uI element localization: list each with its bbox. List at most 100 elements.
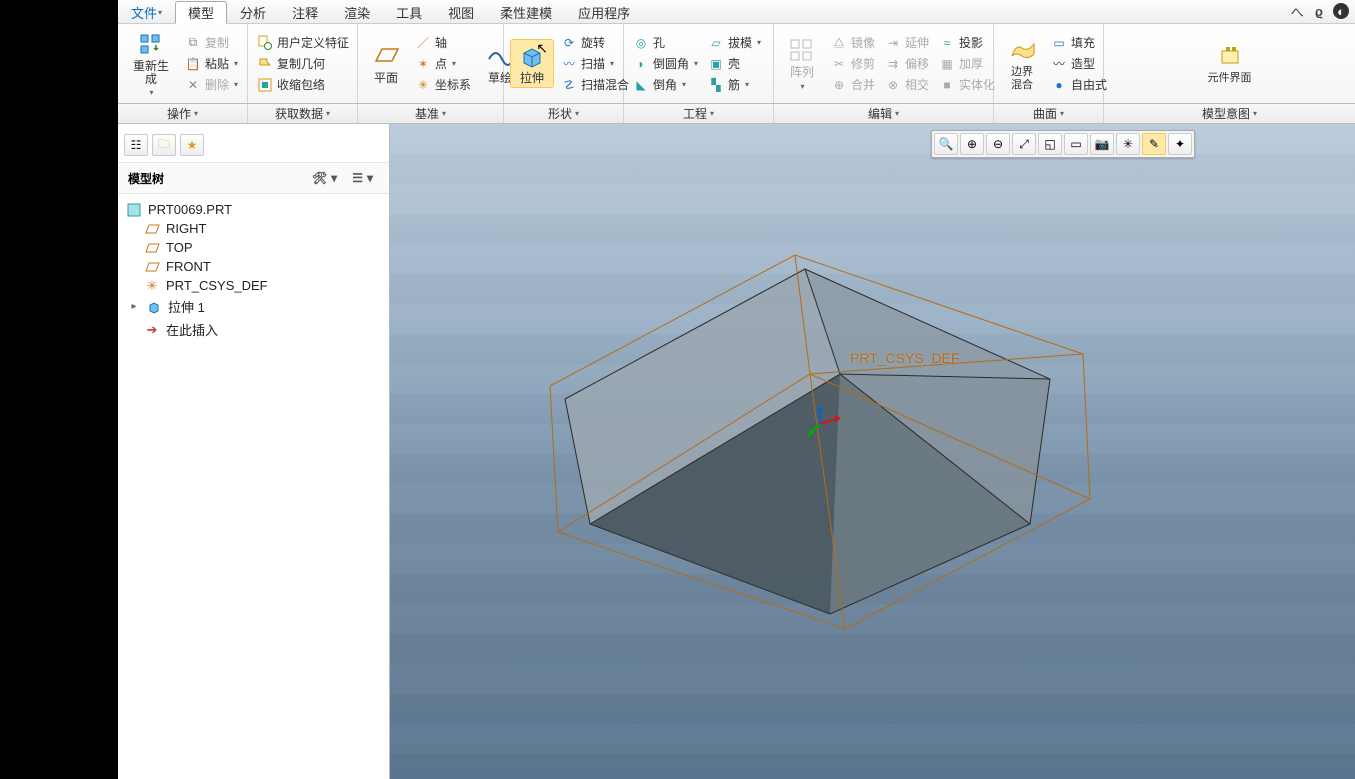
menu-tab-tools[interactable]: 工具	[383, 0, 435, 23]
help-icon[interactable]: ϱ	[1311, 3, 1327, 19]
thicken-button[interactable]: ▦加厚	[936, 54, 998, 73]
csys-display-button[interactable]: ✳	[1116, 133, 1140, 155]
swept-blend-icon: ☡	[561, 77, 577, 93]
extend-button[interactable]: ⇥延伸	[882, 33, 932, 52]
solidify-icon: ■	[939, 77, 955, 93]
component-interface-icon	[1216, 42, 1244, 70]
spin-center-button[interactable]: ✦	[1168, 133, 1192, 155]
boundary-blend-button[interactable]: 边界混合	[1000, 34, 1044, 92]
mirror-button[interactable]: ⧋镜像	[828, 33, 878, 52]
menu-tab-render[interactable]: 渲染	[331, 0, 383, 23]
grouplabel-getdata[interactable]: 获取数据▾	[248, 104, 358, 123]
freeform-button[interactable]: ●自由式	[1048, 75, 1110, 94]
chevron-down-icon: ▾	[452, 59, 456, 68]
style-button[interactable]: 〰造型	[1048, 54, 1110, 73]
delete-button[interactable]: ✕删除▾	[182, 75, 241, 94]
zoom-out-button[interactable]: ⊖	[986, 133, 1010, 155]
sweep-button[interactable]: 〰扫描▾	[558, 54, 632, 73]
plane-icon	[144, 260, 160, 274]
grouplabel-datum[interactable]: 基准▾	[358, 104, 504, 123]
tree-node-front[interactable]: FRONT	[122, 257, 385, 276]
shell-button[interactable]: ▣壳	[705, 54, 764, 73]
csys-button[interactable]: ✳坐标系	[412, 75, 474, 94]
display-style-button[interactable]: ◱	[1038, 133, 1062, 155]
grouplabel-edit[interactable]: 编辑▾	[774, 104, 994, 123]
perspective-button[interactable]: 📷	[1090, 133, 1114, 155]
tree-tab-model[interactable]: ☷	[124, 134, 148, 156]
pattern-button[interactable]: 阵列 ▾	[780, 34, 824, 92]
round-button[interactable]: ◗倒圆角▾	[630, 54, 701, 73]
extrude-button[interactable]: ↖ 拉伸	[510, 39, 554, 88]
sweep-icon: 〰	[561, 56, 577, 72]
menu-tab-view[interactable]: 视图	[435, 0, 487, 23]
grouplabel-operate[interactable]: 操作▾	[118, 104, 248, 123]
tree-settings-icon[interactable]: 🛠▾	[309, 169, 343, 187]
menu-tab-apps[interactable]: 应用程序	[565, 0, 643, 23]
tree-tab-favorites[interactable]: ★	[180, 134, 204, 156]
offset-button[interactable]: ⇉偏移	[882, 54, 932, 73]
zoom-in-button[interactable]: ⊕	[960, 133, 984, 155]
tree-root[interactable]: PRT0069.PRT	[122, 200, 385, 219]
revolve-button[interactable]: ⟳旋转	[558, 33, 632, 52]
copy-geom-button[interactable]: 复制几何	[254, 54, 351, 73]
paste-button[interactable]: 📋粘贴▾	[182, 54, 241, 73]
shrinkwrap-button[interactable]: 收缩包络	[254, 75, 351, 94]
grouplabel-intent[interactable]: 模型意图▾	[1104, 104, 1355, 123]
rib-icon: ▚	[708, 77, 724, 93]
pattern-icon	[788, 36, 816, 64]
point-button[interactable]: ✶点▾	[412, 54, 474, 73]
draft-button[interactable]: ▱拔模▾	[705, 33, 764, 52]
plane-button[interactable]: 平面	[364, 40, 408, 87]
collapse-ribbon-icon[interactable]: へ	[1289, 3, 1305, 19]
menu-file[interactable]: 文件▾	[118, 0, 175, 23]
solidify-button[interactable]: ■实体化	[936, 75, 998, 94]
merge-button[interactable]: ⊕合并	[828, 75, 878, 94]
fill-button[interactable]: ▭填充	[1048, 33, 1110, 52]
annotation-display-button[interactable]: ✎	[1142, 133, 1166, 155]
project-button[interactable]: ≈投影	[936, 33, 998, 52]
tree-node-insert-here[interactable]: ➔ 在此插入	[122, 318, 385, 341]
menu-tab-annotate[interactable]: 注释	[279, 0, 331, 23]
component-interface-button[interactable]: 元件界面	[1110, 40, 1349, 86]
cube-icon: ◱	[1044, 137, 1055, 151]
trim-button[interactable]: ✂修剪	[828, 54, 878, 73]
globe-icon[interactable]: ◐	[1333, 3, 1349, 19]
copy-icon: ⧉	[185, 35, 201, 51]
regenerate-icon	[137, 30, 165, 58]
tree-display-icon[interactable]: ☰▾	[349, 169, 379, 187]
project-icon: ≈	[939, 35, 955, 51]
tree-node-right[interactable]: RIGHT	[122, 219, 385, 238]
swept-blend-button[interactable]: ☡扫描混合	[558, 75, 632, 94]
axis-button[interactable]: ／轴	[412, 33, 474, 52]
ribbon: 重新生成 ▾ ⧉复制 📋粘贴▾ ✕删除▾ 用户定义特征 复制几何 收缩包络	[118, 24, 1355, 104]
regenerate-button[interactable]: 重新生成 ▾	[124, 28, 178, 99]
delete-icon: ✕	[185, 77, 201, 93]
hole-button[interactable]: ◎孔	[630, 33, 701, 52]
tree-node-csys[interactable]: ✳ PRT_CSYS_DEF	[122, 276, 385, 295]
rib-button[interactable]: ▚筋▾	[705, 75, 764, 94]
refit-button[interactable]: ⤢	[1012, 133, 1036, 155]
menu-tab-analysis[interactable]: 分析	[227, 0, 279, 23]
tree-node-top[interactable]: TOP	[122, 238, 385, 257]
tree-node-extrude1[interactable]: ▸ 拉伸 1	[122, 295, 385, 318]
refit-icon: ⤢	[1019, 137, 1029, 152]
grouplabel-surfaces[interactable]: 曲面▾	[994, 104, 1104, 123]
csys-label: PRT_CSYS_DEF	[850, 350, 959, 366]
expand-icon[interactable]: ▸	[128, 301, 140, 312]
extrude-icon	[146, 300, 162, 314]
tree-tab-folder[interactable]: 🗀	[152, 134, 176, 156]
grouplabel-shape[interactable]: 形状▾	[504, 104, 624, 123]
chamfer-button[interactable]: ◣倒角▾	[630, 75, 701, 94]
menu-tab-model[interactable]: 模型	[175, 1, 227, 24]
udf-button[interactable]: 用户定义特征	[254, 33, 351, 52]
zoom-fit-button[interactable]: 🔍	[934, 133, 958, 155]
menu-tab-flex[interactable]: 柔性建模	[487, 0, 565, 23]
extend-icon: ⇥	[885, 35, 901, 51]
body: ☷ 🗀 ★ 模型树 🛠▾ ☰▾ PRT0069.PRT	[118, 124, 1355, 779]
chevron-down-icon: ▾	[234, 59, 238, 68]
3d-viewport[interactable]: PRT_CSYS_DEF 🔍 ⊕ ⊖ ⤢ ◱ ▭ 📷 ✳ ✎ ✦	[390, 124, 1355, 779]
saved-views-button[interactable]: ▭	[1064, 133, 1088, 155]
grouplabel-engineering[interactable]: 工程▾	[624, 104, 774, 123]
intersect-button[interactable]: ⊗相交	[882, 75, 932, 94]
copy-button[interactable]: ⧉复制	[182, 33, 241, 52]
